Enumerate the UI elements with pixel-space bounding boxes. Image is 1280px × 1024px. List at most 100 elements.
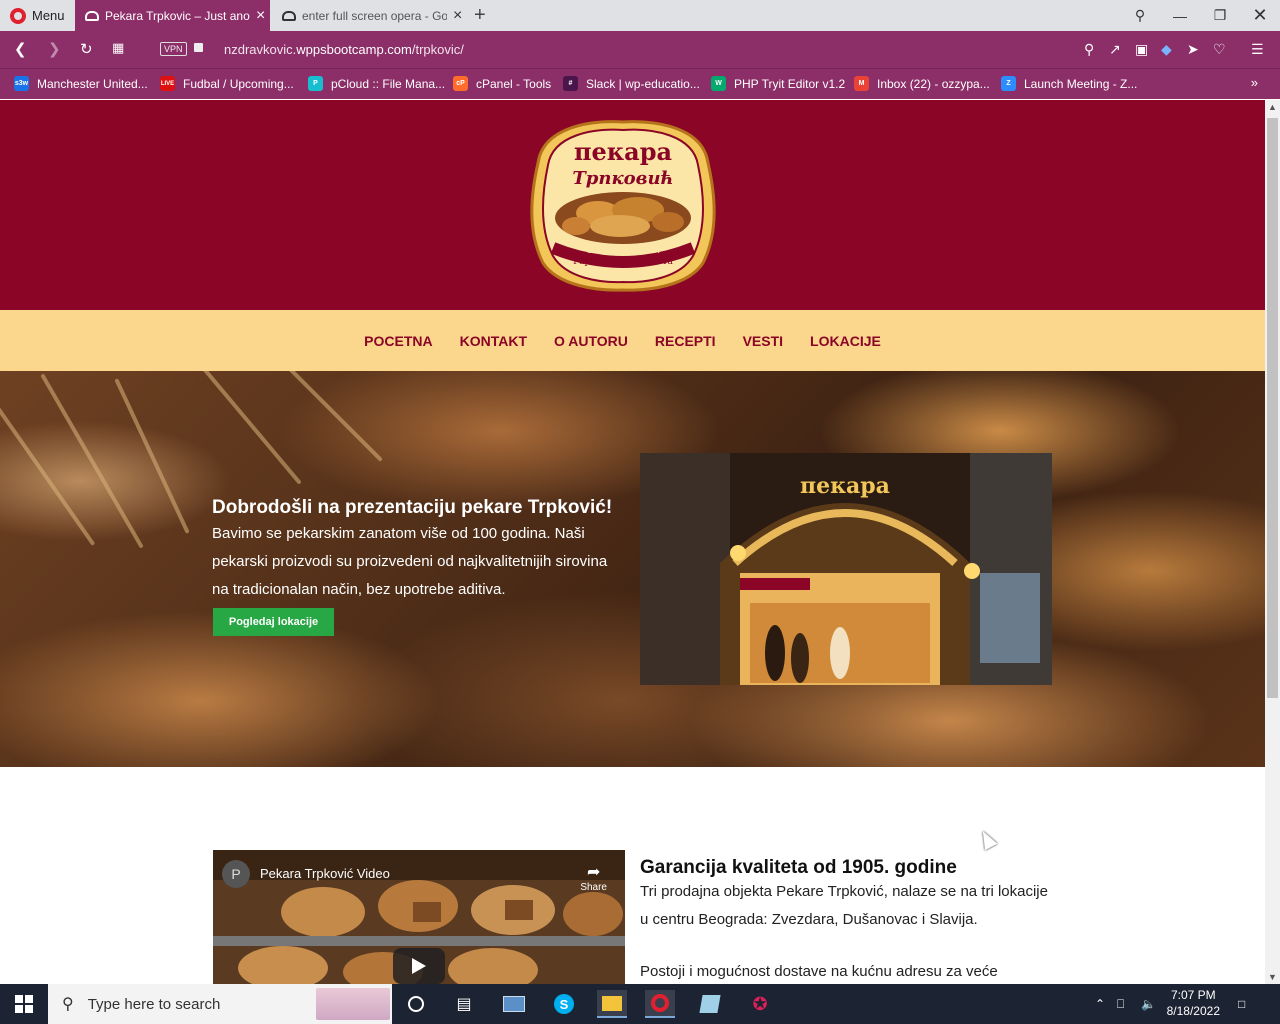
send-icon[interactable]: ➤	[1187, 41, 1199, 58]
mouse-cursor	[976, 827, 998, 851]
page-scrollbar[interactable]: ▲ ▼	[1265, 100, 1280, 984]
vpn-badge[interactable]: VPN	[160, 42, 187, 56]
bookmark-label: PHP Tryit Editor v1.2	[734, 76, 846, 91]
bookmark-php-tryit[interactable]: W PHP Tryit Editor v1.2	[711, 76, 845, 91]
bookmark-fudbal[interactable]: LIVE Fudbal / Upcoming...	[160, 76, 294, 91]
bookmark-label: Inbox (22) - ozzypa...	[877, 76, 990, 91]
nav-pocetna[interactable]: POCETNA	[364, 333, 432, 349]
view-locations-button[interactable]: Pogledaj lokacije	[213, 608, 334, 636]
url-prefix: nzdravkovic.	[224, 42, 297, 57]
search-page-icon[interactable]: ⚲	[1084, 41, 1094, 58]
bookmark-favicon-icon: #	[563, 76, 578, 91]
file-explorer-icon[interactable]	[597, 990, 627, 1018]
quality-text: Tri prodajna objekta Pekare Trpković, na…	[640, 883, 1048, 928]
snapshot-icon[interactable]: ▣	[1135, 41, 1148, 58]
cortana-icon[interactable]	[401, 990, 431, 1018]
tab-close-icon[interactable]: ×	[256, 7, 270, 25]
opera-menu-button[interactable]: Menu	[0, 0, 74, 31]
logo-text-name: Трпковић	[572, 168, 673, 189]
channel-avatar[interactable]: P	[222, 860, 250, 888]
video-play-button[interactable]	[393, 948, 445, 984]
opera-browser-icon[interactable]	[645, 990, 675, 1018]
share-label: Share	[580, 882, 607, 893]
clock-time: 7:07 PM	[1170, 988, 1216, 1002]
hero-section: Dobrodošli na prezentaciju pekare Trpkov…	[0, 371, 1265, 767]
video-share-button[interactable]: ➦ Share	[580, 862, 607, 893]
url-field[interactable]: nzdravkovic.wppsbootcamp.com/trpkovic/	[224, 42, 464, 57]
video-title[interactable]: Pekara Trpković Video	[260, 866, 390, 881]
scroll-thumb[interactable]	[1267, 118, 1278, 698]
clock-date: 8/18/2022	[1166, 1004, 1220, 1018]
heart-icon[interactable]: ♡	[1213, 41, 1226, 58]
delivery-text: Postoji i mogućnost dostave na kućnu adr…	[640, 963, 998, 980]
bakery-storefront-image: пекара	[640, 453, 1052, 685]
skype-icon[interactable]: S	[549, 990, 579, 1018]
bookmark-label: Fudbal / Upcoming...	[183, 76, 294, 91]
network-icon[interactable]: ⎕	[1117, 984, 1124, 1024]
windows-taskbar: ⚲ Type here to search ▤ S ✪ ⌃ ⎕ 🔈 7:07 P…	[0, 984, 1280, 1024]
more-bookmarks-icon[interactable]: »	[1251, 75, 1258, 90]
logo-text-line2: Гаранција квалитета	[573, 257, 673, 267]
volume-icon[interactable]: 🔈	[1141, 984, 1156, 1024]
remote-desktop-icon[interactable]	[499, 990, 529, 1018]
browser-tab-bar: Menu Pekara Trpkovic – Just anoth × ente…	[0, 0, 1280, 31]
lock-icon[interactable]	[194, 43, 203, 52]
notepad-icon[interactable]	[695, 990, 725, 1018]
tabs-grid-icon[interactable]: ▦	[112, 40, 124, 56]
scroll-down-icon[interactable]: ▼	[1268, 972, 1277, 982]
new-tab-button[interactable]: +	[474, 4, 486, 27]
bookmark-label: cPanel - Tools	[476, 76, 552, 91]
slack-app-icon[interactable]: ✪	[745, 990, 775, 1018]
reload-icon[interactable]: ↻	[80, 40, 93, 58]
site-header: пекара Трпковић Основана 1905. Гаранција…	[0, 100, 1265, 310]
shield-icon[interactable]: ◆	[1161, 41, 1172, 58]
bookmarks-bar: s3w Manchester United... LIVE Fudbal / Upc…	[0, 68, 1280, 99]
nav-o-autoru[interactable]: O AUTORU	[554, 333, 628, 349]
bookmark-zoom[interactable]: Z Launch Meeting - Z...	[1001, 76, 1137, 91]
bookmark-favicon-icon: P	[308, 76, 323, 91]
show-hidden-icons-icon[interactable]: ⌃	[1095, 984, 1105, 1024]
tab-close-icon[interactable]: ×	[453, 7, 467, 25]
bookmark-slack[interactable]: # Slack | wp-educatio...	[563, 76, 700, 91]
nav-vesti[interactable]: VESTI	[743, 333, 783, 349]
taskbar-search-box[interactable]: ⚲ Type here to search	[48, 984, 392, 1024]
bookmark-label: Manchester United...	[37, 76, 148, 91]
youtube-video-embed[interactable]: P Pekara Trpković Video ➦ Share	[213, 850, 625, 984]
easy-setup-icon[interactable]: ☰	[1251, 41, 1264, 58]
play-icon	[412, 958, 426, 974]
bookmark-label: pCloud :: File Mana...	[331, 76, 446, 91]
share-icon[interactable]: ↗	[1109, 41, 1121, 58]
tab-pekara[interactable]: Pekara Trpkovic – Just anoth ×	[75, 0, 270, 31]
bookmark-pcloud[interactable]: PpCloud :: File Mana...	[308, 76, 445, 91]
bookmark-manchester[interactable]: s3w Manchester United...	[14, 76, 148, 91]
close-window-button[interactable]: ✕	[1240, 0, 1280, 31]
restore-button[interactable]: ❐	[1200, 0, 1240, 31]
nav-kontakt[interactable]: KONTAKT	[460, 333, 527, 349]
web-page: пекара Трпковић Основана 1905. Гаранција…	[0, 100, 1265, 984]
scroll-up-icon[interactable]: ▲	[1268, 102, 1277, 112]
hero-title: Dobrodošli na prezentaciju pekare Trpkov…	[212, 497, 613, 518]
tab-title: enter full screen opera - Go	[302, 8, 447, 23]
nav-recepti[interactable]: RECEPTI	[655, 333, 716, 349]
bookmark-inbox[interactable]: M Inbox (22) - ozzypa...	[854, 76, 990, 91]
forward-icon[interactable]: ❯	[48, 40, 61, 58]
search-placeholder: Type here to search	[87, 995, 221, 1013]
back-icon[interactable]: ❮	[14, 40, 27, 58]
bookmark-label: Launch Meeting - Z...	[1024, 76, 1138, 91]
search-tabs-icon[interactable]: ⚲	[1120, 0, 1160, 31]
minimize-button[interactable]: —	[1160, 0, 1200, 31]
opera-logo-icon	[10, 7, 26, 24]
tab-opera-search[interactable]: enter full screen opera - Go ×	[272, 0, 467, 31]
nav-lokacije[interactable]: LOKACIJE	[810, 333, 881, 349]
bookmark-favicon-icon: W	[711, 76, 726, 91]
bookmark-cpanel[interactable]: cP cPanel - Tools	[453, 76, 551, 91]
task-view-icon[interactable]: ▤	[449, 990, 479, 1018]
quality-heading: Garancija kvaliteta od 1905. godine	[640, 857, 957, 878]
start-button[interactable]	[0, 984, 48, 1024]
notifications-icon[interactable]: □	[1238, 984, 1245, 1024]
tab-title: Pekara Trpkovic – Just anoth	[105, 8, 250, 23]
system-clock[interactable]: 7:07 PM 8/18/2022	[1167, 987, 1220, 1019]
address-bar: ❮ ❯ ↻ ▦ VPN nzdravkovic.wppsbootcamp.com…	[0, 31, 1280, 68]
url-host: wppsbootcamp.com	[296, 42, 412, 57]
pekara-trpkovic-logo[interactable]: пекара Трпковић Основана 1905. Гаранција…	[528, 118, 718, 293]
